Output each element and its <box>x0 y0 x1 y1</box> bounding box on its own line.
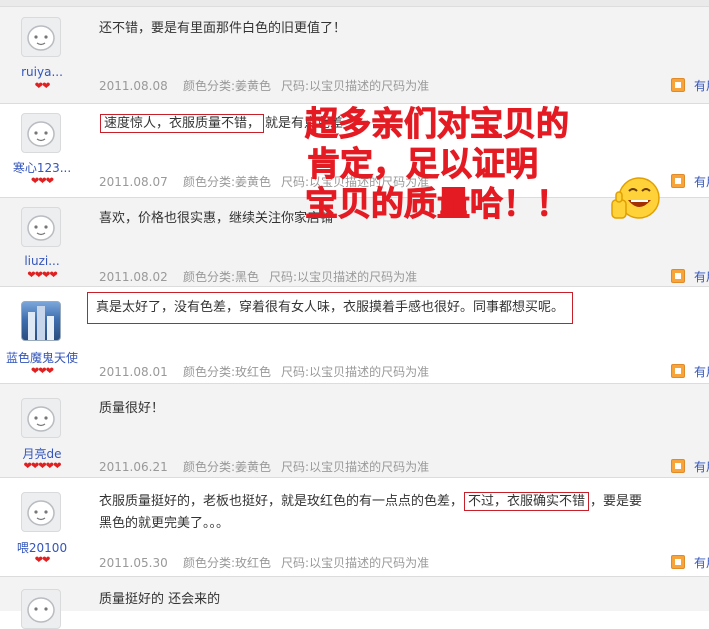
review-content: 衣服质量挺好的，老板也挺好，就是玫红色的有一点点的色差， 不过，衣服确实不错 ，要是… <box>99 491 642 513</box>
avatar[interactable] <box>21 207 61 247</box>
useful-icon[interactable] <box>671 78 685 92</box>
sku-color: 颜色分类:玫红色 <box>183 556 272 570</box>
username[interactable]: 月亮de <box>0 445 84 462</box>
rank-hearts: ❤❤❤❤ <box>27 270 58 281</box>
review-item: 喂20100 ❤❤ 衣服质量挺好的，老板也挺好，就是玫红色的有一点点的色差， 不过… <box>0 478 709 577</box>
review-content: 真是太好了，没有色差，穿着很有女人味，衣服摸着手感也很好。同事都想买呢。 <box>86 292 574 324</box>
review-content: 还不错，要是有里面那件白色的旧更值了！ <box>99 21 347 36</box>
useful-link[interactable]: 有用 <box>694 173 709 190</box>
useful-link[interactable]: 有用 <box>694 554 709 571</box>
review-meta: 2011.08.08 颜色分类:姜黄色 尺码:以宝贝描述的尺码为准 <box>99 77 429 94</box>
sku-color: 颜色分类:玫红色 <box>183 365 272 379</box>
sku-size: 尺码:以宝贝描述的尺码为准 <box>281 79 430 93</box>
review-meta: 2011.06.21 颜色分类:姜黄色 尺码:以宝贝描述的尺码为准 <box>99 458 429 475</box>
username[interactable]: 寒心123... <box>0 159 84 176</box>
overlay-line-2: 肯定，足以证明 <box>307 144 539 184</box>
highlight-box: 真是太好了，没有色差，穿着很有女人味，衣服摸着手感也很好。同事都想买呢。 <box>87 292 574 324</box>
useful-icon[interactable] <box>671 269 685 283</box>
username[interactable]: liuzi... <box>0 254 84 268</box>
review-date: 2011.05.30 <box>99 556 168 570</box>
avatar[interactable] <box>21 113 61 153</box>
sku-color: 颜色分类:姜黄色 <box>183 460 272 474</box>
avatar[interactable] <box>21 301 61 341</box>
rank-hearts: ❤❤ <box>34 81 51 92</box>
sku-color: 颜色分类:姜黄色 <box>183 175 272 189</box>
sku-size: 尺码:以宝贝描述的尺码为准 <box>281 460 430 474</box>
review-date: 2011.08.08 <box>99 79 168 93</box>
avatar[interactable] <box>21 589 61 629</box>
review-item: 月亮de ❤❤❤❤❤ 质量很好！ 2011.06.21 颜色分类:姜黄色 尺码:以宝… <box>0 384 709 478</box>
top-border <box>0 0 709 7</box>
rank-hearts: ❤❤❤ <box>30 366 54 377</box>
useful-link[interactable]: 有用 <box>694 363 709 380</box>
highlight-box: 不过，衣服确实不错 <box>464 492 590 511</box>
sku-size: 尺码:以宝贝描述的尺码为准 <box>281 365 430 379</box>
useful-icon[interactable] <box>671 364 685 378</box>
review-content-line2: 黑色的就更完美了。。。 <box>99 516 230 531</box>
username[interactable]: 蓝色魔鬼天使 <box>0 349 84 366</box>
review-content: 质量很好！ <box>99 401 165 416</box>
smiley-thumbs-up-icon <box>611 177 660 219</box>
overlay-line-1: 超多亲们对宝贝的 <box>305 104 570 144</box>
useful-icon[interactable] <box>671 174 685 188</box>
review-item: 质量挺好的 还会来的 <box>0 577 709 629</box>
sku-size: 尺码:以宝贝描述的尺码为准 <box>269 270 418 284</box>
sku-color: 颜色分类:黑色 <box>183 270 260 284</box>
overlay-line-3: 宝贝的质量哈！！ <box>305 184 570 224</box>
review-date: 2011.08.07 <box>99 175 168 189</box>
review-content: 喜欢，价格也很实惠，继续关注你家店铺 <box>99 211 334 226</box>
sku-size: 尺码:以宝贝描述的尺码为准 <box>281 556 430 570</box>
review-meta: 2011.08.02 颜色分类:黑色 尺码:以宝贝描述的尺码为准 <box>99 268 417 285</box>
avatar[interactable] <box>21 398 61 438</box>
highlight-box: 速度惊人，衣服质量不错， <box>100 114 265 133</box>
review-meta: 2011.08.01 颜色分类:玫红色 尺码:以宝贝描述的尺码为准 <box>99 363 429 380</box>
review-content-post: ，要是要 <box>590 494 643 509</box>
sku-color: 颜色分类:姜黄色 <box>183 79 272 93</box>
review-date: 2011.06.21 <box>99 460 168 474</box>
rank-hearts: ❤❤❤❤❤ <box>23 461 62 472</box>
review-date: 2011.08.02 <box>99 270 168 284</box>
review-content-pre: 衣服质量挺好的，老板也挺好，就是玫红色的有一点点的色差， <box>99 494 464 509</box>
review-item: 蓝色魔鬼天使 ❤❤❤ 真是太好了，没有色差，穿着很有女人味，衣服摸着手感也很好。… <box>0 287 709 384</box>
review-date: 2011.08.01 <box>99 365 168 379</box>
avatar[interactable] <box>21 492 61 532</box>
rank-hearts: ❤❤ <box>34 555 51 566</box>
review-content: 质量挺好的 还会来的 <box>99 592 221 607</box>
useful-link[interactable]: 有用 <box>694 458 709 475</box>
useful-icon[interactable] <box>671 555 685 569</box>
review-item: ruiya... ❤❤ 还不错，要是有里面那件白色的旧更值了！ 2011.08.… <box>0 7 709 104</box>
username[interactable]: ruiya... <box>0 65 84 79</box>
useful-icon[interactable] <box>671 459 685 473</box>
username[interactable]: 喂20100 <box>0 539 84 556</box>
rank-hearts: ❤❤❤ <box>30 176 54 187</box>
promo-overlay-text: 超多亲们对宝贝的 肯定，足以证明 宝贝的质量哈！！ <box>305 104 570 224</box>
useful-link[interactable]: 有用 <box>694 77 709 94</box>
review-meta: 2011.05.30 颜色分类:玫红色 尺码:以宝贝描述的尺码为准 <box>99 554 429 571</box>
useful-link[interactable]: 有用 <box>694 268 709 285</box>
avatar[interactable] <box>21 17 61 57</box>
